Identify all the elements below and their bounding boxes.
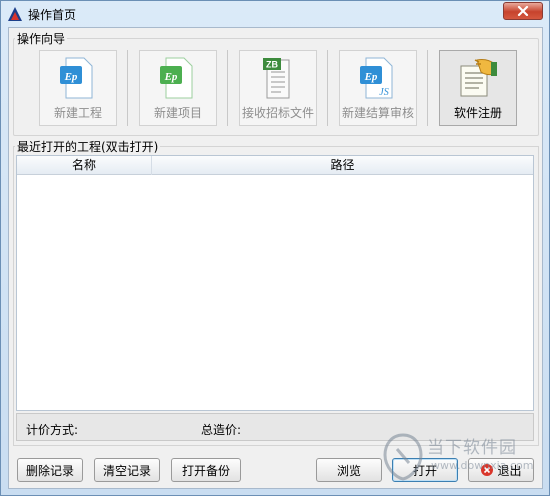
open-button[interactable]: 打开 (392, 458, 458, 482)
svg-text:Ep: Ep (164, 71, 178, 83)
ep-file-icon: Ep (60, 57, 93, 99)
tile-label: 新建项目 (153, 106, 202, 120)
close-button[interactable] (503, 2, 543, 20)
svg-text:JS: JS (379, 87, 388, 98)
list-header: 名称 路径 (17, 156, 533, 175)
title-bar[interactable]: 操作首页 (1, 1, 549, 27)
column-header-path[interactable]: 路径 (152, 156, 533, 175)
clear-records-button[interactable]: 清空记录 (94, 458, 160, 482)
exit-icon (481, 464, 494, 476)
svg-text:Ep: Ep (64, 71, 78, 83)
exit-button-label: 退出 (497, 463, 522, 478)
guide-legend: 操作向导 (15, 30, 68, 47)
browse-button[interactable]: 浏览 (316, 458, 382, 482)
divider (127, 50, 128, 126)
ep-file-icon: Ep (160, 57, 193, 99)
tile-new-item[interactable]: Ep 新建项目 (139, 50, 217, 126)
tile-new-settlement-audit[interactable]: Ep JS 新建结算审核 (339, 50, 417, 126)
column-header-name[interactable]: 名称 (17, 156, 152, 175)
ep-js-file-icon: Ep JS (360, 57, 393, 99)
app-window: 操作首页 操作向导 Ep 新建工程 Ep 新建项目 ZB 接收招标文件 Ep J… (0, 0, 550, 496)
app-logo-icon (8, 7, 22, 21)
divider (427, 50, 428, 126)
register-hand-icon (460, 59, 497, 97)
tile-label: 新建工程 (53, 106, 102, 120)
tile-label: 软件注册 (453, 106, 502, 120)
tile-new-project[interactable]: Ep 新建工程 (39, 50, 117, 126)
recent-projects-list[interactable]: 名称 路径 (16, 155, 534, 411)
close-icon (517, 6, 529, 16)
tile-software-registration[interactable]: 软件注册 (439, 50, 517, 126)
divider (227, 50, 228, 126)
tile-receive-tender[interactable]: ZB 接收招标文件 (239, 50, 317, 126)
pricing-method-label: 计价方式: (26, 423, 79, 437)
delete-record-button[interactable]: 删除记录 (17, 458, 83, 482)
open-backup-button[interactable]: 打开备份 (171, 458, 241, 482)
recent-legend: 最近打开的工程(双击打开) (15, 138, 161, 155)
main-panel: 操作向导 Ep 新建工程 Ep 新建项目 ZB 接收招标文件 Ep JS 新建结… (8, 27, 543, 489)
total-cost-label: 总造价: (201, 423, 242, 437)
tile-label: 新建结算审核 (341, 106, 414, 120)
zb-document-icon: ZB (263, 58, 290, 99)
summary-bar: 计价方式: 总造价: (16, 413, 534, 441)
window-title: 操作首页 (28, 8, 77, 22)
tile-label: 接收招标文件 (241, 106, 314, 120)
svg-text:Ep: Ep (364, 71, 378, 83)
divider (327, 50, 328, 126)
exit-button[interactable]: 退出 (468, 458, 534, 482)
svg-text:ZB: ZB (266, 60, 278, 70)
